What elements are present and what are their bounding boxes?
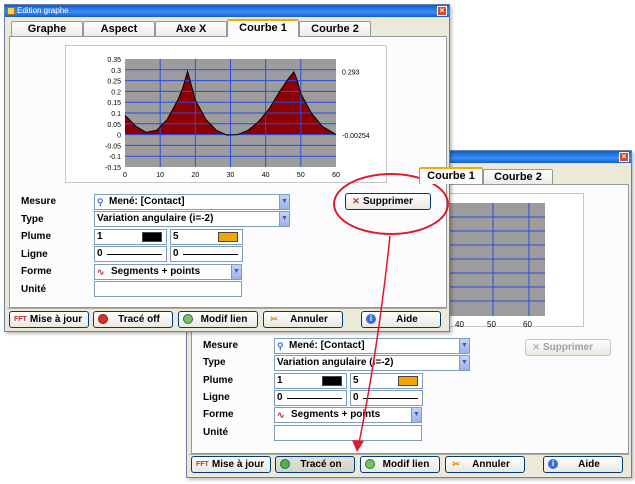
annotation-arrow — [352, 235, 391, 452]
tab-courbe-1[interactable]: Courbe 1 — [227, 19, 299, 37]
back-tab-courbe-1[interactable]: Courbe 1 — [419, 167, 483, 184]
